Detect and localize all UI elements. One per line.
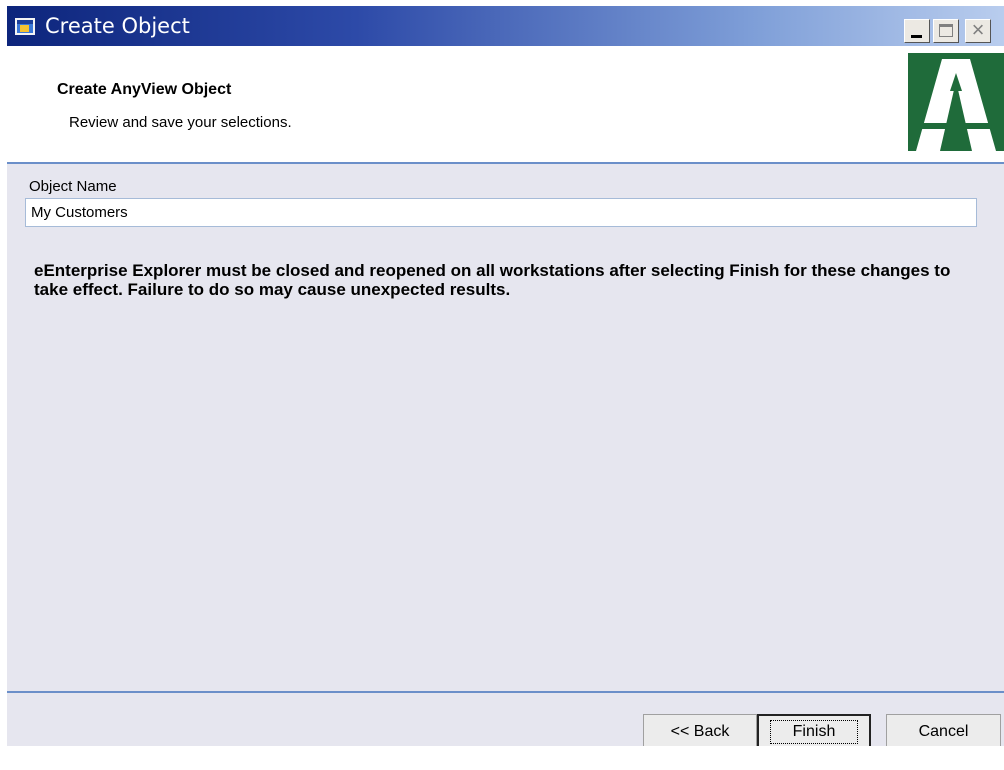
wizard-subtitle: Review and save your selections.: [69, 114, 292, 131]
finish-button[interactable]: Finish: [757, 714, 871, 746]
window-app-icon: [15, 18, 35, 35]
road-logo-icon: [908, 53, 1004, 157]
create-object-window: Create Object × Create AnyView Object Re…: [6, 6, 1004, 746]
minimize-button[interactable]: [904, 19, 930, 43]
wizard-title: Create AnyView Object: [57, 81, 232, 98]
minimize-icon: [911, 35, 922, 38]
back-button[interactable]: << Back: [643, 714, 757, 746]
maximize-button[interactable]: [933, 19, 959, 43]
wizard-header: Create AnyView Object Review and save yo…: [7, 46, 1004, 164]
title-bar[interactable]: Create Object ×: [7, 6, 1004, 46]
close-icon: ×: [971, 17, 985, 42]
footer-separator: [7, 691, 1004, 693]
cancel-button[interactable]: Cancel: [886, 714, 1001, 746]
restart-warning-text: eEnterprise Explorer must be closed and …: [34, 261, 951, 299]
maximize-icon: [939, 24, 953, 37]
object-name-label: Object Name: [29, 178, 117, 195]
window-title: Create Object: [45, 14, 190, 38]
object-name-input[interactable]: [25, 198, 977, 227]
close-button[interactable]: ×: [965, 19, 991, 43]
finish-button-label: Finish: [769, 720, 859, 744]
